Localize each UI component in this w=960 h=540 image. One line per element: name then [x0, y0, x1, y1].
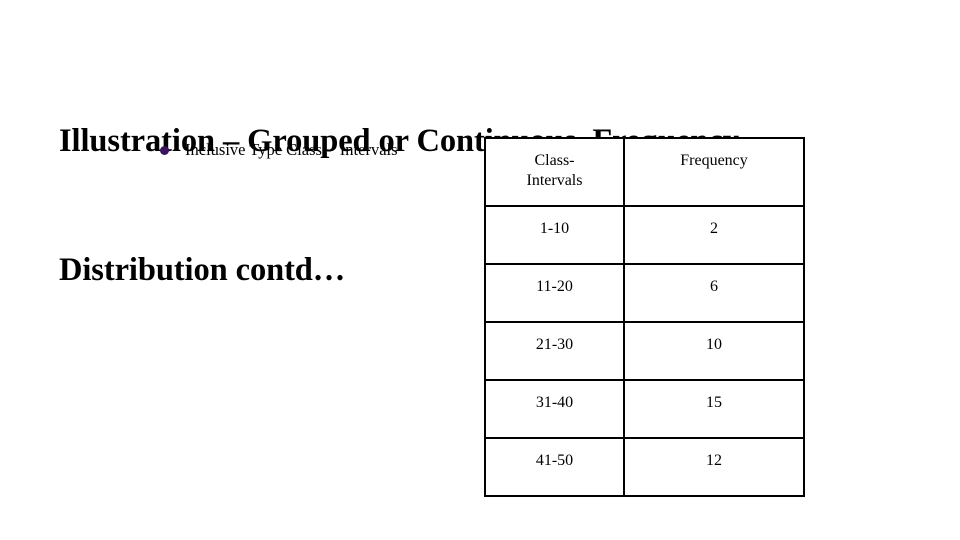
bullet-item-label: Inclusive Type Class - Intervals [185, 140, 398, 159]
table-row: 41-50 12 [484, 437, 805, 497]
table-header: Class- Intervals Frequency [484, 137, 805, 207]
slide-canvas: Illustration – Grouped or Continuous Fre… [0, 0, 960, 540]
column-header-frequency: Frequency [623, 137, 805, 207]
cell-class-interval: 11-20 [484, 263, 625, 323]
bullet-list-item: Inclusive Type Class - Intervals [160, 139, 398, 160]
table-row: 31-40 15 [484, 379, 805, 439]
table-row: 21-30 10 [484, 321, 805, 381]
table-row: 11-20 6 [484, 263, 805, 323]
cell-frequency: 10 [623, 321, 805, 381]
cell-frequency: 12 [623, 437, 805, 497]
table-body: 1-10 2 11-20 6 21-30 10 31-40 15 41-50 1… [484, 205, 805, 497]
cell-frequency: 15 [623, 379, 805, 439]
column-header-class-intervals-line-1: Class- [534, 152, 575, 169]
cell-frequency: 6 [623, 263, 805, 323]
table-header-row: Class- Intervals Frequency [484, 137, 805, 207]
column-header-class-intervals-line-2: Intervals [526, 172, 583, 189]
frequency-distribution-table: Class- Intervals Frequency 1-10 2 11-20 … [484, 137, 805, 497]
cell-class-interval: 41-50 [484, 437, 625, 497]
cell-class-interval: 1-10 [484, 205, 625, 265]
cell-class-interval: 21-30 [484, 321, 625, 381]
table-row: 1-10 2 [484, 205, 805, 265]
column-header-class-intervals: Class- Intervals [484, 137, 625, 207]
cell-class-interval: 31-40 [484, 379, 625, 439]
cell-frequency: 2 [623, 205, 805, 265]
square-bullet-icon [160, 146, 169, 155]
